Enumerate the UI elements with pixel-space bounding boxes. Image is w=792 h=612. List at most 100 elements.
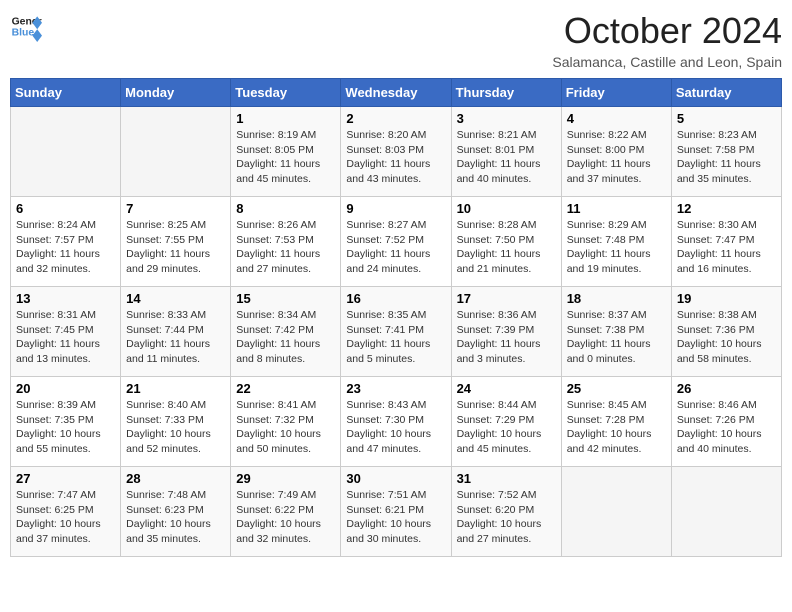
calendar-week-5: 27 Sunrise: 7:47 AMSunset: 6:25 PMDayligh…	[11, 467, 782, 557]
day-number: 23	[346, 381, 445, 396]
calendar-cell: 15Sunrise: 8:34 AMSunset: 7:42 PMDayligh…	[231, 287, 341, 377]
day-info: Sunrise: 7:52 AMSunset: 6:20 PMDaylight:…	[457, 488, 556, 547]
calendar-cell: 18 Sunrise: 8:37 AMSunset: 7:38 PMDayligh…	[561, 287, 671, 377]
day-info: Sunrise: 7:48 AMSunset: 6:23 PMDaylight:…	[126, 488, 225, 547]
weekday-header-tuesday: Tuesday	[231, 79, 341, 107]
day-number: 18	[567, 291, 666, 306]
day-info: Sunrise: 8:38 AMSunset: 7:36 PMDaylight:…	[677, 308, 776, 367]
day-number: 28	[126, 471, 225, 486]
day-number: 11	[567, 201, 666, 216]
calendar-cell	[561, 467, 671, 557]
day-number: 5	[677, 111, 776, 126]
day-info: Sunrise: 8:19 AMSunset: 8:05 PMDaylight:…	[236, 128, 335, 187]
calendar-cell: 26Sunrise: 8:46 AMSunset: 7:26 PMDayligh…	[671, 377, 781, 467]
calendar-cell	[671, 467, 781, 557]
day-number: 3	[457, 111, 556, 126]
calendar-cell: 1 Sunrise: 8:19 AMSunset: 8:05 PMDaylight…	[231, 107, 341, 197]
calendar-cell: 23 Sunrise: 8:43 AMSunset: 7:30 PMDayligh…	[341, 377, 451, 467]
weekday-header-thursday: Thursday	[451, 79, 561, 107]
calendar-cell: 31 Sunrise: 7:52 AMSunset: 6:20 PMDayligh…	[451, 467, 561, 557]
calendar-week-4: 20 Sunrise: 8:39 AMSunset: 7:35 PMDayligh…	[11, 377, 782, 467]
calendar-cell: 20 Sunrise: 8:39 AMSunset: 7:35 PMDayligh…	[11, 377, 121, 467]
weekday-header-sunday: Sunday	[11, 79, 121, 107]
weekday-header-saturday: Saturday	[671, 79, 781, 107]
calendar-cell: 6 Sunrise: 8:24 AMSunset: 7:57 PMDaylight…	[11, 197, 121, 287]
day-number: 13	[16, 291, 115, 306]
day-number: 6	[16, 201, 115, 216]
day-number: 14	[126, 291, 225, 306]
calendar-cell: 24 Sunrise: 8:44 AMSunset: 7:29 PMDayligh…	[451, 377, 561, 467]
day-number: 27	[16, 471, 115, 486]
month-title: October 2024	[552, 10, 782, 52]
day-number: 4	[567, 111, 666, 126]
day-info: Sunrise: 8:25 AMSunset: 7:55 PMDaylight:…	[126, 218, 225, 277]
day-number: 17	[457, 291, 556, 306]
day-info: Sunrise: 8:24 AMSunset: 7:57 PMDaylight:…	[16, 218, 115, 277]
title-block: October 2024 Salamanca, Castille and Leo…	[552, 10, 782, 70]
day-number: 7	[126, 201, 225, 216]
calendar-cell: 5 Sunrise: 8:23 AMSunset: 7:58 PMDaylight…	[671, 107, 781, 197]
calendar-cell: 9Sunrise: 8:27 AMSunset: 7:52 PMDaylight…	[341, 197, 451, 287]
day-info: Sunrise: 8:41 AMSunset: 7:32 PMDaylight:…	[236, 398, 335, 457]
calendar-cell: 3 Sunrise: 8:21 AMSunset: 8:01 PMDaylight…	[451, 107, 561, 197]
calendar-table: SundayMondayTuesdayWednesdayThursdayFrid…	[10, 78, 782, 557]
day-info: Sunrise: 8:46 AMSunset: 7:26 PMDaylight:…	[677, 398, 776, 457]
day-info: Sunrise: 8:23 AMSunset: 7:58 PMDaylight:…	[677, 128, 776, 187]
day-info: Sunrise: 8:36 AMSunset: 7:39 PMDaylight:…	[457, 308, 556, 367]
calendar-cell: 14 Sunrise: 8:33 AMSunset: 7:44 PMDayligh…	[121, 287, 231, 377]
day-number: 19	[677, 291, 776, 306]
location: Salamanca, Castille and Leon, Spain	[552, 54, 782, 70]
calendar-cell: 17 Sunrise: 8:36 AMSunset: 7:39 PMDayligh…	[451, 287, 561, 377]
day-number: 12	[677, 201, 776, 216]
calendar-cell: 29 Sunrise: 7:49 AMSunset: 6:22 PMDayligh…	[231, 467, 341, 557]
calendar-cell: 2 Sunrise: 8:20 AMSunset: 8:03 PMDaylight…	[341, 107, 451, 197]
day-number: 8	[236, 201, 335, 216]
calendar-cell: 22Sunrise: 8:41 AMSunset: 7:32 PMDayligh…	[231, 377, 341, 467]
day-info: Sunrise: 8:40 AMSunset: 7:33 PMDaylight:…	[126, 398, 225, 457]
day-number: 9	[346, 201, 445, 216]
day-info: Sunrise: 8:21 AMSunset: 8:01 PMDaylight:…	[457, 128, 556, 187]
calendar-cell: 11 Sunrise: 8:29 AMSunset: 7:48 PMDayligh…	[561, 197, 671, 287]
weekday-header-wednesday: Wednesday	[341, 79, 451, 107]
weekday-header-friday: Friday	[561, 79, 671, 107]
day-info: Sunrise: 8:44 AMSunset: 7:29 PMDaylight:…	[457, 398, 556, 457]
day-number: 29	[236, 471, 335, 486]
day-info: Sunrise: 8:33 AMSunset: 7:44 PMDaylight:…	[126, 308, 225, 367]
svg-text:Blue: Blue	[12, 28, 35, 39]
day-number: 21	[126, 381, 225, 396]
page-header: General Blue October 2024 Salamanca, Cas…	[10, 10, 782, 70]
day-info: Sunrise: 8:45 AMSunset: 7:28 PMDaylight:…	[567, 398, 666, 457]
day-info: Sunrise: 8:39 AMSunset: 7:35 PMDaylight:…	[16, 398, 115, 457]
calendar-cell: 12Sunrise: 8:30 AMSunset: 7:47 PMDayligh…	[671, 197, 781, 287]
calendar-cell: 10 Sunrise: 8:28 AMSunset: 7:50 PMDayligh…	[451, 197, 561, 287]
calendar-week-3: 13Sunrise: 8:31 AMSunset: 7:45 PMDayligh…	[11, 287, 782, 377]
day-number: 24	[457, 381, 556, 396]
day-info: Sunrise: 8:37 AMSunset: 7:38 PMDaylight:…	[567, 308, 666, 367]
day-info: Sunrise: 8:28 AMSunset: 7:50 PMDaylight:…	[457, 218, 556, 277]
day-info: Sunrise: 8:43 AMSunset: 7:30 PMDaylight:…	[346, 398, 445, 457]
day-info: Sunrise: 8:20 AMSunset: 8:03 PMDaylight:…	[346, 128, 445, 187]
calendar-cell: 19 Sunrise: 8:38 AMSunset: 7:36 PMDayligh…	[671, 287, 781, 377]
day-number: 30	[346, 471, 445, 486]
day-number: 1	[236, 111, 335, 126]
day-info: Sunrise: 7:51 AMSunset: 6:21 PMDaylight:…	[346, 488, 445, 547]
weekday-header-monday: Monday	[121, 79, 231, 107]
day-number: 10	[457, 201, 556, 216]
day-number: 2	[346, 111, 445, 126]
day-number: 25	[567, 381, 666, 396]
logo: General Blue	[10, 10, 42, 42]
calendar-cell: 7 Sunrise: 8:25 AMSunset: 7:55 PMDaylight…	[121, 197, 231, 287]
day-info: Sunrise: 8:35 AMSunset: 7:41 PMDaylight:…	[346, 308, 445, 367]
calendar-cell	[121, 107, 231, 197]
calendar-cell: 21 Sunrise: 8:40 AMSunset: 7:33 PMDayligh…	[121, 377, 231, 467]
day-number: 31	[457, 471, 556, 486]
calendar-week-2: 6 Sunrise: 8:24 AMSunset: 7:57 PMDaylight…	[11, 197, 782, 287]
day-number: 20	[16, 381, 115, 396]
calendar-cell: 30 Sunrise: 7:51 AMSunset: 6:21 PMDayligh…	[341, 467, 451, 557]
calendar-cell: 25 Sunrise: 8:45 AMSunset: 7:28 PMDayligh…	[561, 377, 671, 467]
day-info: Sunrise: 8:29 AMSunset: 7:48 PMDaylight:…	[567, 218, 666, 277]
calendar-cell: 8Sunrise: 8:26 AMSunset: 7:53 PMDaylight…	[231, 197, 341, 287]
calendar-week-1: 1 Sunrise: 8:19 AMSunset: 8:05 PMDaylight…	[11, 107, 782, 197]
day-info: Sunrise: 7:49 AMSunset: 6:22 PMDaylight:…	[236, 488, 335, 547]
day-info: Sunrise: 7:47 AMSunset: 6:25 PMDaylight:…	[16, 488, 115, 547]
